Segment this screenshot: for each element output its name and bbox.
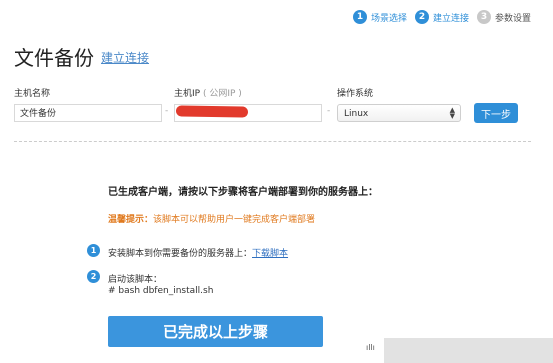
host-name-label: 主机名称 [14,89,51,99]
instruction-title: 已生成客户端，请按以下步骤将客户端部署到你的服务器上： [108,187,378,198]
host-ip-label: 主机IP [174,89,201,99]
page-title: 文件备份 [14,46,94,70]
step-item-2-text: 启动该脚本： [108,275,163,285]
install-command: # bash dbfen_install.sh [108,286,214,296]
download-script-link[interactable]: 下载脚本 [252,249,288,259]
corner-text: ıllı [366,343,375,352]
os-select[interactable]: Linux ▲ ▼ [337,104,461,122]
step-item-1-text: 安装脚本到你需要备份的服务器上： [108,249,253,259]
step-item-1-badge: 1 [87,244,100,257]
step-connect[interactable]: 2 建立连接 [414,10,469,24]
next-step-button[interactable]: 下一步 [474,103,518,123]
tip: 温馨提示：该脚本可以帮助用户一键完成客户端部署 [108,212,315,225]
step-params[interactable]: 3 参数设置 [476,10,531,24]
corner-overlay [384,338,553,363]
step-label-2: 建立连接 [432,13,469,24]
step-number-1: 1 [352,10,367,24]
tip-text: 该脚本可以帮助用户一键完成客户端部署 [153,215,316,225]
step-item-1: 安装脚本到你需要备份的服务器上：下载脚本 [108,246,288,259]
step-scene-select[interactable]: 1 场景选择 [352,10,407,24]
step-indicator: 1 场景选择 2 建立连接 3 参数设置 [352,10,531,24]
step-label-1: 场景选择 [370,13,407,24]
done-button[interactable]: 已完成以上步骤 [108,316,323,347]
tip-label: 温馨提示： [108,215,154,225]
os-select-value: Linux [344,109,369,119]
step-number-2: 2 [414,10,429,24]
step-item-2-badge: 2 [87,270,100,283]
separator-1: - [165,106,169,116]
connect-link[interactable]: 建立连接 [101,49,149,66]
host-name-input[interactable]: 文件备份 [14,104,162,122]
separator-2: - [327,106,331,116]
redaction-mark [175,105,249,118]
step-number-3: 3 [476,10,491,24]
host-ip-hint: ( 公网IP ) [202,89,242,99]
step-label-3: 参数设置 [494,13,531,24]
divider [14,141,531,142]
host-ip-label-wrap: 主机IP ( 公网IP ) [174,86,242,99]
os-label: 操作系统 [337,89,374,99]
select-arrows-icon: ▲ ▼ [449,106,455,120]
